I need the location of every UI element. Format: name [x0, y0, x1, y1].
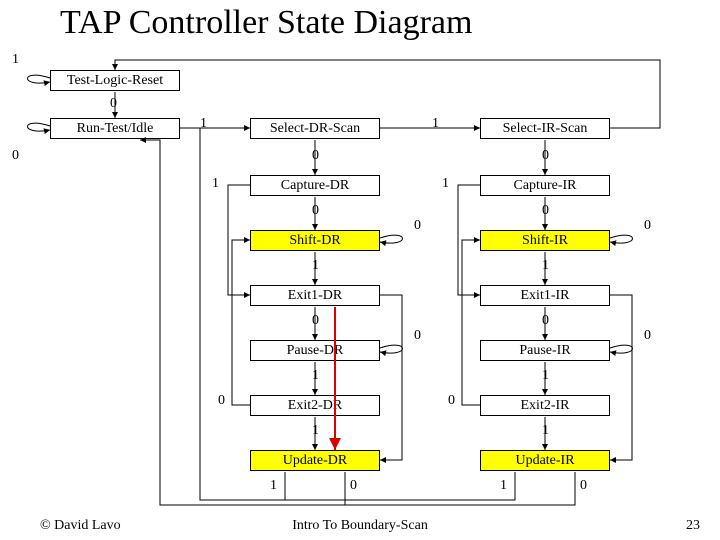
- edge-sdr-cdr: 0: [312, 148, 319, 164]
- page-title: TAP Controller State Diagram: [60, 4, 472, 42]
- state-shift-dr: Shift-DR: [250, 230, 380, 251]
- edge-uir-1: 1: [500, 478, 507, 494]
- edge-cdr-e1dr: 1: [212, 176, 219, 192]
- state-capture-ir: Capture-IR: [480, 175, 610, 196]
- edge-rti-loop: 0: [12, 148, 19, 164]
- edge-udr-0: 0: [350, 478, 357, 494]
- edge-shir-loop: 0: [644, 218, 651, 234]
- edge-cir-e1ir: 1: [442, 176, 449, 192]
- edge-e1ir-pir: 0: [542, 313, 549, 329]
- state-exit2-dr: Exit2-DR: [250, 395, 380, 416]
- footer-page-number: 23: [686, 518, 700, 534]
- edge-e2dr-shdr: 0: [218, 393, 225, 409]
- edge-e1dr-pdr: 0: [312, 313, 319, 329]
- state-shift-ir: Shift-IR: [480, 230, 610, 251]
- edge-sdr-sir: 1: [432, 116, 439, 132]
- edge-pdr-loop: 0: [414, 328, 421, 344]
- state-update-dr: Update-DR: [250, 450, 380, 471]
- state-update-ir: Update-IR: [480, 450, 610, 471]
- edge-e2ir-uir: 1: [542, 423, 549, 439]
- state-exit1-ir: Exit1-IR: [480, 285, 610, 306]
- edge-pdr-e2dr: 1: [312, 368, 319, 384]
- edge-cdr-shdr: 0: [312, 203, 319, 219]
- state-select-dr-scan: Select-DR-Scan: [250, 118, 380, 139]
- edge-pir-loop: 0: [644, 328, 651, 344]
- state-pause-ir: Pause-IR: [480, 340, 610, 361]
- edge-rti-sdr: 1: [200, 116, 207, 132]
- state-exit1-dr: Exit1-DR: [250, 285, 380, 306]
- edge-e2ir-shir: 0: [448, 393, 455, 409]
- footer-title: Intro To Boundary-Scan: [0, 518, 720, 534]
- state-run-test-idle: Run-Test/Idle: [50, 118, 180, 139]
- edge-pir-e2ir: 1: [542, 368, 549, 384]
- state-pause-dr: Pause-DR: [250, 340, 380, 361]
- edge-uir-0: 0: [580, 478, 587, 494]
- edge-shir-e1ir: 1: [542, 258, 549, 274]
- edge-shdr-loop: 0: [414, 218, 421, 234]
- edge-udr-1: 1: [270, 478, 277, 494]
- edge-sir-cir: 0: [542, 148, 549, 164]
- edge-tlr-rti: 0: [110, 96, 117, 112]
- state-test-logic-reset: Test-Logic-Reset: [50, 70, 180, 91]
- edge-shdr-e1dr: 1: [312, 258, 319, 274]
- edge-cir-shir: 0: [542, 203, 549, 219]
- state-exit2-ir: Exit2-IR: [480, 395, 610, 416]
- edge-e2dr-udr: 1: [312, 423, 319, 439]
- edge-tlr-loop: 1: [12, 52, 19, 68]
- state-select-ir-scan: Select-IR-Scan: [480, 118, 610, 139]
- state-capture-dr: Capture-DR: [250, 175, 380, 196]
